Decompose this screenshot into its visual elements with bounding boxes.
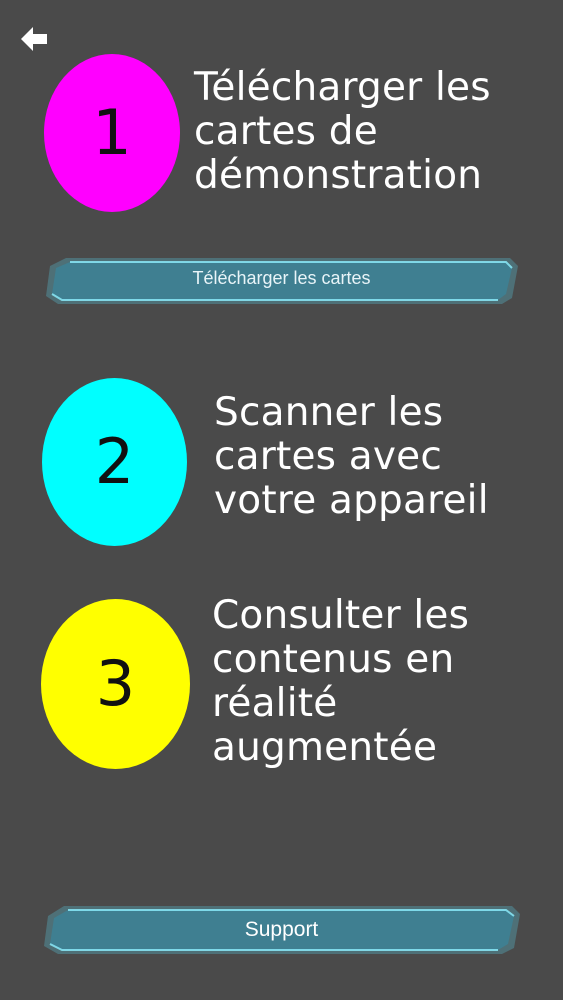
step-1-number: 1 xyxy=(92,96,132,169)
download-cards-label: Télécharger les cartes xyxy=(192,268,371,288)
step-1-description: Télécharger les cartes de démonstration xyxy=(194,65,491,198)
step-3-description: Consulter les contenus en réalité augmen… xyxy=(212,593,470,770)
back-button[interactable] xyxy=(18,22,52,56)
support-label: Support xyxy=(244,918,319,941)
arrow-left-icon xyxy=(21,27,47,51)
step-3-number-circle: 3 xyxy=(41,599,190,769)
step-2-number: 2 xyxy=(94,425,135,498)
step-1-number-circle: 1 xyxy=(44,54,180,212)
step-2-number-circle: 2 xyxy=(42,378,187,546)
step-3-number: 3 xyxy=(95,647,136,720)
step-2-description: Scanner les cartes avec votre appareil xyxy=(214,390,489,523)
download-cards-button[interactable]: Télécharger les cartes xyxy=(40,254,523,308)
support-button[interactable]: Support xyxy=(40,902,523,958)
